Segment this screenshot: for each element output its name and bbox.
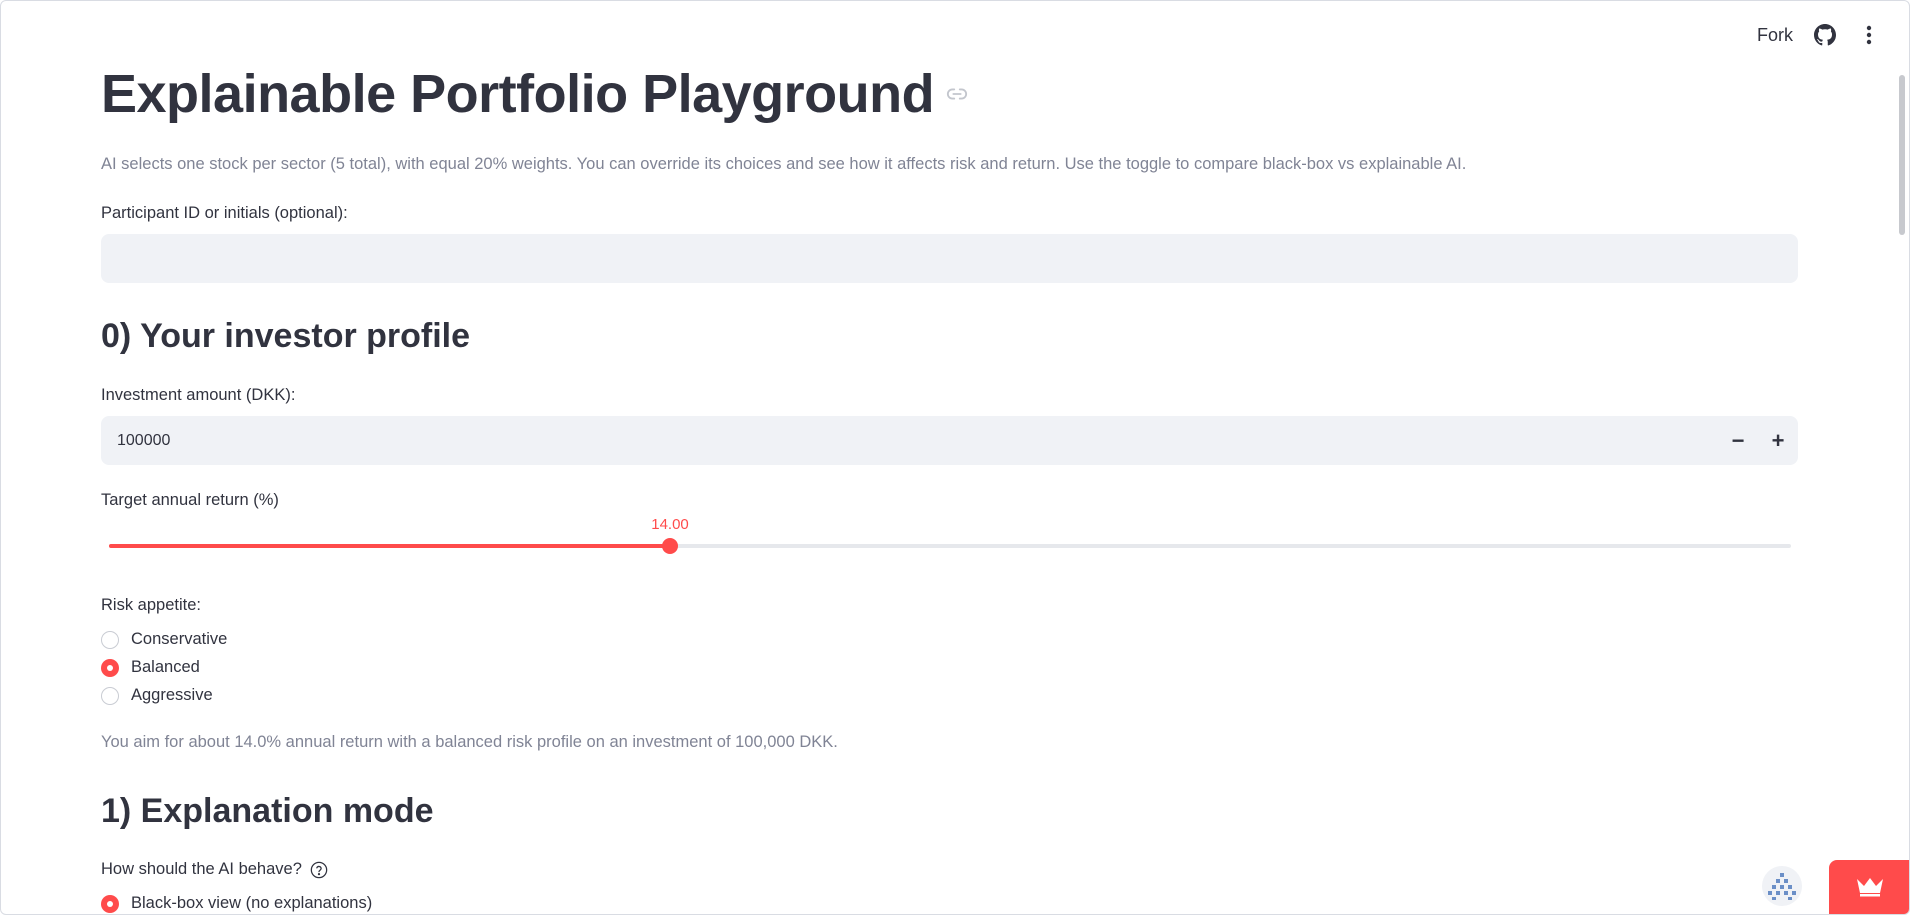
decrement-button[interactable]: − [1718,416,1758,465]
radio-aggressive[interactable]: Aggressive [101,686,213,705]
slider-fill [109,544,670,548]
target-return-label: Target annual return (%) [101,491,279,509]
amount-input[interactable]: 100000 − + [101,416,1798,465]
page-caption: AI selects one stock per sector (5 total… [101,155,1467,173]
crown-button[interactable] [1829,860,1909,914]
radio-label: Balanced [131,658,200,676]
radio-circle[interactable] [101,630,119,649]
header-toolbar: Fork [1757,23,1881,47]
participant-label: Participant ID or initials (optional): [101,204,348,222]
radio-balanced[interactable]: Balanced [101,658,200,677]
section-heading-explanation: 1) Explanation mode [101,792,434,830]
slider-value: 14.00 [651,516,689,533]
more-vertical-icon[interactable] [1857,23,1881,47]
section-heading-profile: 0) Your investor profile [101,317,471,355]
radio-conservative[interactable]: Conservative [101,630,227,649]
radio-circle-selected[interactable] [101,894,119,913]
scrollbar[interactable] [1899,75,1905,235]
behavior-question: How should the AI behave? [101,860,328,879]
fork-button[interactable]: Fork [1757,25,1793,46]
amount-value[interactable]: 100000 [101,432,1718,450]
risk-label: Risk appetite: [101,596,201,614]
page-title: Explainable Portfolio Playground [101,63,968,125]
github-icon[interactable] [1813,23,1837,47]
profile-summary: You aim for about 14.0% annual return wi… [101,733,838,751]
crown-icon [1855,875,1885,902]
radio-label: Aggressive [131,686,213,704]
page-title-text: Explainable Portfolio Playground [101,64,935,124]
streamlit-logo-icon[interactable] [1762,866,1802,906]
help-circle-icon[interactable] [310,861,328,879]
app-frame: Fork Explainable Portfolio Playground AI… [0,0,1910,915]
radio-label: Black-box view (no explanations) [131,894,373,912]
target-return-slider[interactable] [109,536,1791,566]
increment-button[interactable]: + [1758,416,1798,465]
slider-thumb[interactable] [662,538,678,554]
participant-input[interactable] [101,234,1798,283]
link-icon[interactable] [946,83,968,105]
behavior-question-text: How should the AI behave? [101,860,302,878]
radio-circle[interactable] [101,686,119,705]
radio-black-box[interactable]: Black-box view (no explanations) [101,894,372,913]
radio-circle-selected[interactable] [101,658,119,677]
amount-label: Investment amount (DKK): [101,386,296,404]
radio-label: Conservative [131,630,228,648]
